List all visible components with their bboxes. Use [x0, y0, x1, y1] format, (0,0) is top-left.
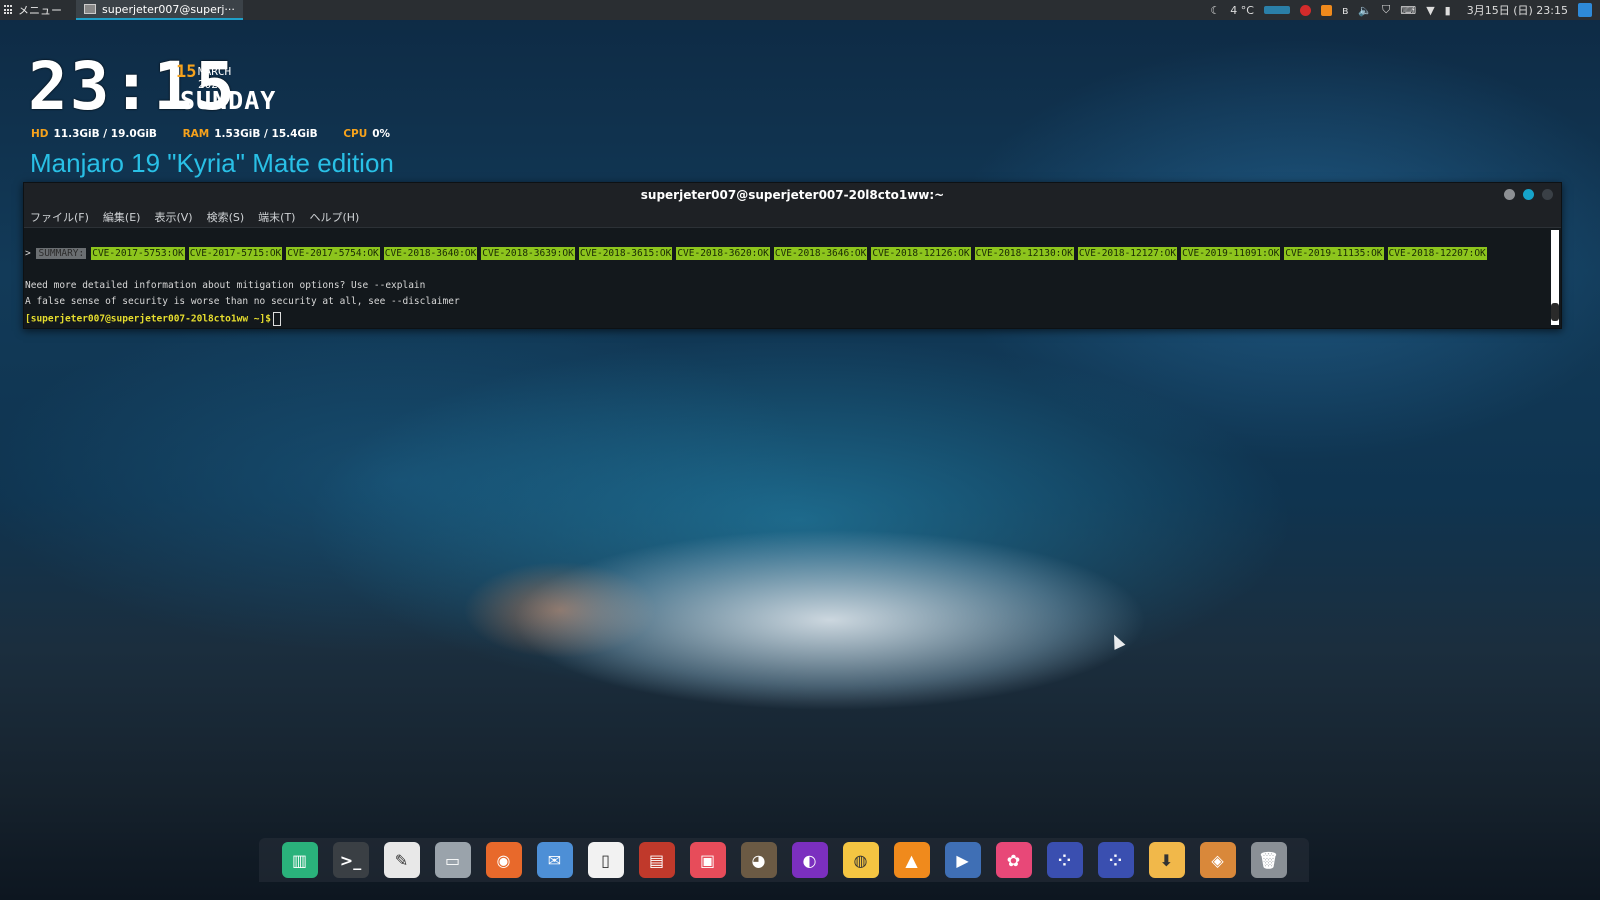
show-desktop-icon[interactable] — [1578, 3, 1592, 17]
ram-label: RAM — [182, 128, 210, 140]
cve-status: CVE-2018-3639:OK — [481, 247, 575, 260]
output-line-explain: Need more detailed information about mit… — [25, 280, 426, 291]
menu-view[interactable]: 表示(V) — [154, 209, 192, 225]
moon-icon: ☾ — [1210, 3, 1221, 17]
vlc-icon[interactable]: ▲ — [893, 842, 930, 878]
conky-day-number: 15 — [176, 62, 197, 82]
summary-line: > SUMMARY: CVE-2017-5753:OK CVE-2017-5715:… — [25, 247, 1491, 260]
color-palette-icon[interactable]: ◍ — [842, 842, 879, 878]
media-player-icon[interactable]: ▶ — [944, 842, 981, 878]
menu-search[interactable]: 検索(S) — [207, 209, 245, 225]
scrollbar-thumb[interactable] — [1551, 303, 1559, 321]
conky-stats: HD 11.3GiB / 19.0GiB RAM 1.53GiB / 15.4GiB… — [31, 128, 412, 140]
gimp-icon[interactable]: ◕ — [740, 842, 777, 878]
main-menu-button[interactable]: メニュー — [0, 0, 70, 20]
menu-grid-icon — [4, 5, 14, 15]
document-icon[interactable]: ▯ — [587, 842, 624, 878]
wifi-icon[interactable]: ▼ — [1426, 4, 1434, 17]
terminal-output[interactable]: > SUMMARY: CVE-2017-5753:OK CVE-2017-5715:… — [24, 228, 1561, 327]
cve-status: CVE-2019-11091:OK — [1181, 247, 1281, 260]
cve-status: CVE-2018-12126:OK — [871, 247, 971, 260]
menu-terminal[interactable]: 端末(T) — [258, 209, 295, 225]
menu-file[interactable]: ファイル(F) — [30, 209, 89, 225]
cve-status: CVE-2018-3646:OK — [773, 247, 868, 260]
terminal-title: superjeter007@superjeter007-20l8cto1ww:~ — [640, 188, 945, 202]
cve-status: CVE-2018-12127:OK — [1077, 247, 1178, 260]
kdenlive-icon[interactable]: ◐ — [791, 842, 828, 878]
cve-status: CVE-2017-5753:OK — [91, 247, 185, 260]
summary-prefix: > — [25, 248, 31, 259]
cve-status: CVE-2018-3620:OK — [676, 247, 770, 260]
cpu-value: 0% — [372, 128, 391, 140]
menu-edit[interactable]: 編集(E) — [103, 209, 141, 225]
maximize-button[interactable] — [1523, 189, 1534, 200]
cve-status: CVE-2018-3615:OK — [578, 247, 673, 260]
panel-clock[interactable]: 3月15日 (日) 23:15 — [1467, 2, 1568, 18]
trash-icon[interactable]: 🗑 — [1250, 842, 1287, 878]
system-monitor-icon[interactable] — [1263, 6, 1290, 14]
terminal-icon[interactable]: >_ — [332, 842, 369, 878]
document-viewer-icon[interactable]: ▤ — [638, 842, 675, 878]
window-controls — [1504, 189, 1553, 200]
close-button[interactable] — [1542, 189, 1553, 200]
downloader-icon[interactable]: ⬇ — [1148, 842, 1185, 878]
cve-status: CVE-2018-12130:OK — [974, 247, 1074, 260]
battery-icon[interactable]: ▮ — [1445, 4, 1451, 17]
text-cursor — [272, 312, 281, 326]
app-blue-dots-2-icon[interactable]: ⁘ — [1097, 842, 1134, 878]
file-manager-icon[interactable]: ▭ — [434, 842, 471, 878]
shell-prompt: [superjeter007@superjeter007-20l8cto1ww … — [25, 313, 271, 325]
minimize-button[interactable] — [1504, 189, 1515, 200]
cve-status: CVE-2019-11135:OK — [1284, 247, 1384, 260]
shield-icon[interactable]: ⛉ — [1382, 3, 1390, 17]
lock-icon[interactable] — [1320, 4, 1332, 16]
terminal-scrollbar[interactable] — [1551, 230, 1559, 325]
weather-label[interactable]: 4 °C — [1230, 4, 1254, 17]
mouse-pointer-icon — [1108, 632, 1126, 650]
output-line-disclaimer: A false sense of security is worse than … — [25, 296, 460, 307]
edition-title: Manjaro 19 "Kyria" Mate edition — [30, 148, 394, 178]
terminal-menubar: ファイル(F) 編集(E) 表示(V) 検索(S) 端末(T) ヘルプ(H) — [24, 207, 1561, 228]
dock: ▥ >_ ✎ ▭ ◉ ✉ ▯ ▤ ▣ ◕ ◐ ◍ ▲ ▶ ✿ ⁘ ⁘ ⬇ ◈ 🗑 — [259, 838, 1309, 882]
software-center-icon[interactable]: ✿ — [995, 842, 1032, 878]
keyboard-icon[interactable]: ⌨ — [1400, 4, 1416, 17]
bluetooth-icon[interactable]: ʙ — [1342, 4, 1348, 17]
volume-icon[interactable]: 🔈 — [1358, 4, 1372, 17]
summary-label: SUMMARY: — [36, 248, 87, 259]
terminal-titlebar[interactable]: superjeter007@superjeter007-20l8cto1ww:~ — [24, 183, 1561, 207]
taskbar-item-terminal[interactable]: superjeter007@superj··· — [76, 0, 243, 20]
menu-help[interactable]: ヘルプ(H) — [309, 209, 359, 225]
cve-status: CVE-2018-3640:OK — [383, 247, 478, 260]
cpu-label: CPU — [343, 128, 368, 140]
main-menu-label: メニュー — [18, 4, 62, 17]
conky-weekday: SUNDAY — [180, 86, 277, 115]
cve-status: CVE-2018-12207:OK — [1387, 247, 1487, 260]
power-icon[interactable] — [1299, 4, 1311, 16]
manjaro-settings-icon[interactable]: ▥ — [281, 842, 318, 878]
prompt-line[interactable]: [superjeter007@superjeter007-20l8cto1ww … — [25, 312, 281, 326]
top-panel: メニュー superjeter007@superj··· ☾ 4 °C ʙ 🔈 … — [0, 0, 1600, 20]
taskbar-item-label: superjeter007@superj··· — [102, 2, 235, 16]
app-blue-dots-icon[interactable]: ⁘ — [1046, 842, 1083, 878]
screenshot-icon[interactable]: ▣ — [689, 842, 726, 878]
cve-status: CVE-2017-5754:OK — [286, 247, 380, 260]
text-editor-icon[interactable]: ✎ — [383, 842, 420, 878]
firefox-icon[interactable]: ◉ — [485, 842, 522, 878]
hd-label: HD — [31, 128, 49, 140]
package-icon[interactable]: ◈ — [1199, 842, 1236, 878]
terminal-window-icon — [84, 4, 96, 14]
system-tray: ☾ 4 °C ʙ 🔈 ⛉ ⌨ ▼ ▮ 3月15日 (日) 23:15 — [1210, 2, 1600, 18]
ram-value: 1.53GiB / 15.4GiB — [214, 128, 318, 140]
cve-status: CVE-2017-5715:OK — [188, 247, 283, 260]
hd-value: 11.3GiB / 19.0GiB — [53, 128, 157, 140]
mail-client-icon[interactable]: ✉ — [536, 842, 573, 878]
terminal-window[interactable]: superjeter007@superjeter007-20l8cto1ww:~… — [23, 182, 1562, 329]
